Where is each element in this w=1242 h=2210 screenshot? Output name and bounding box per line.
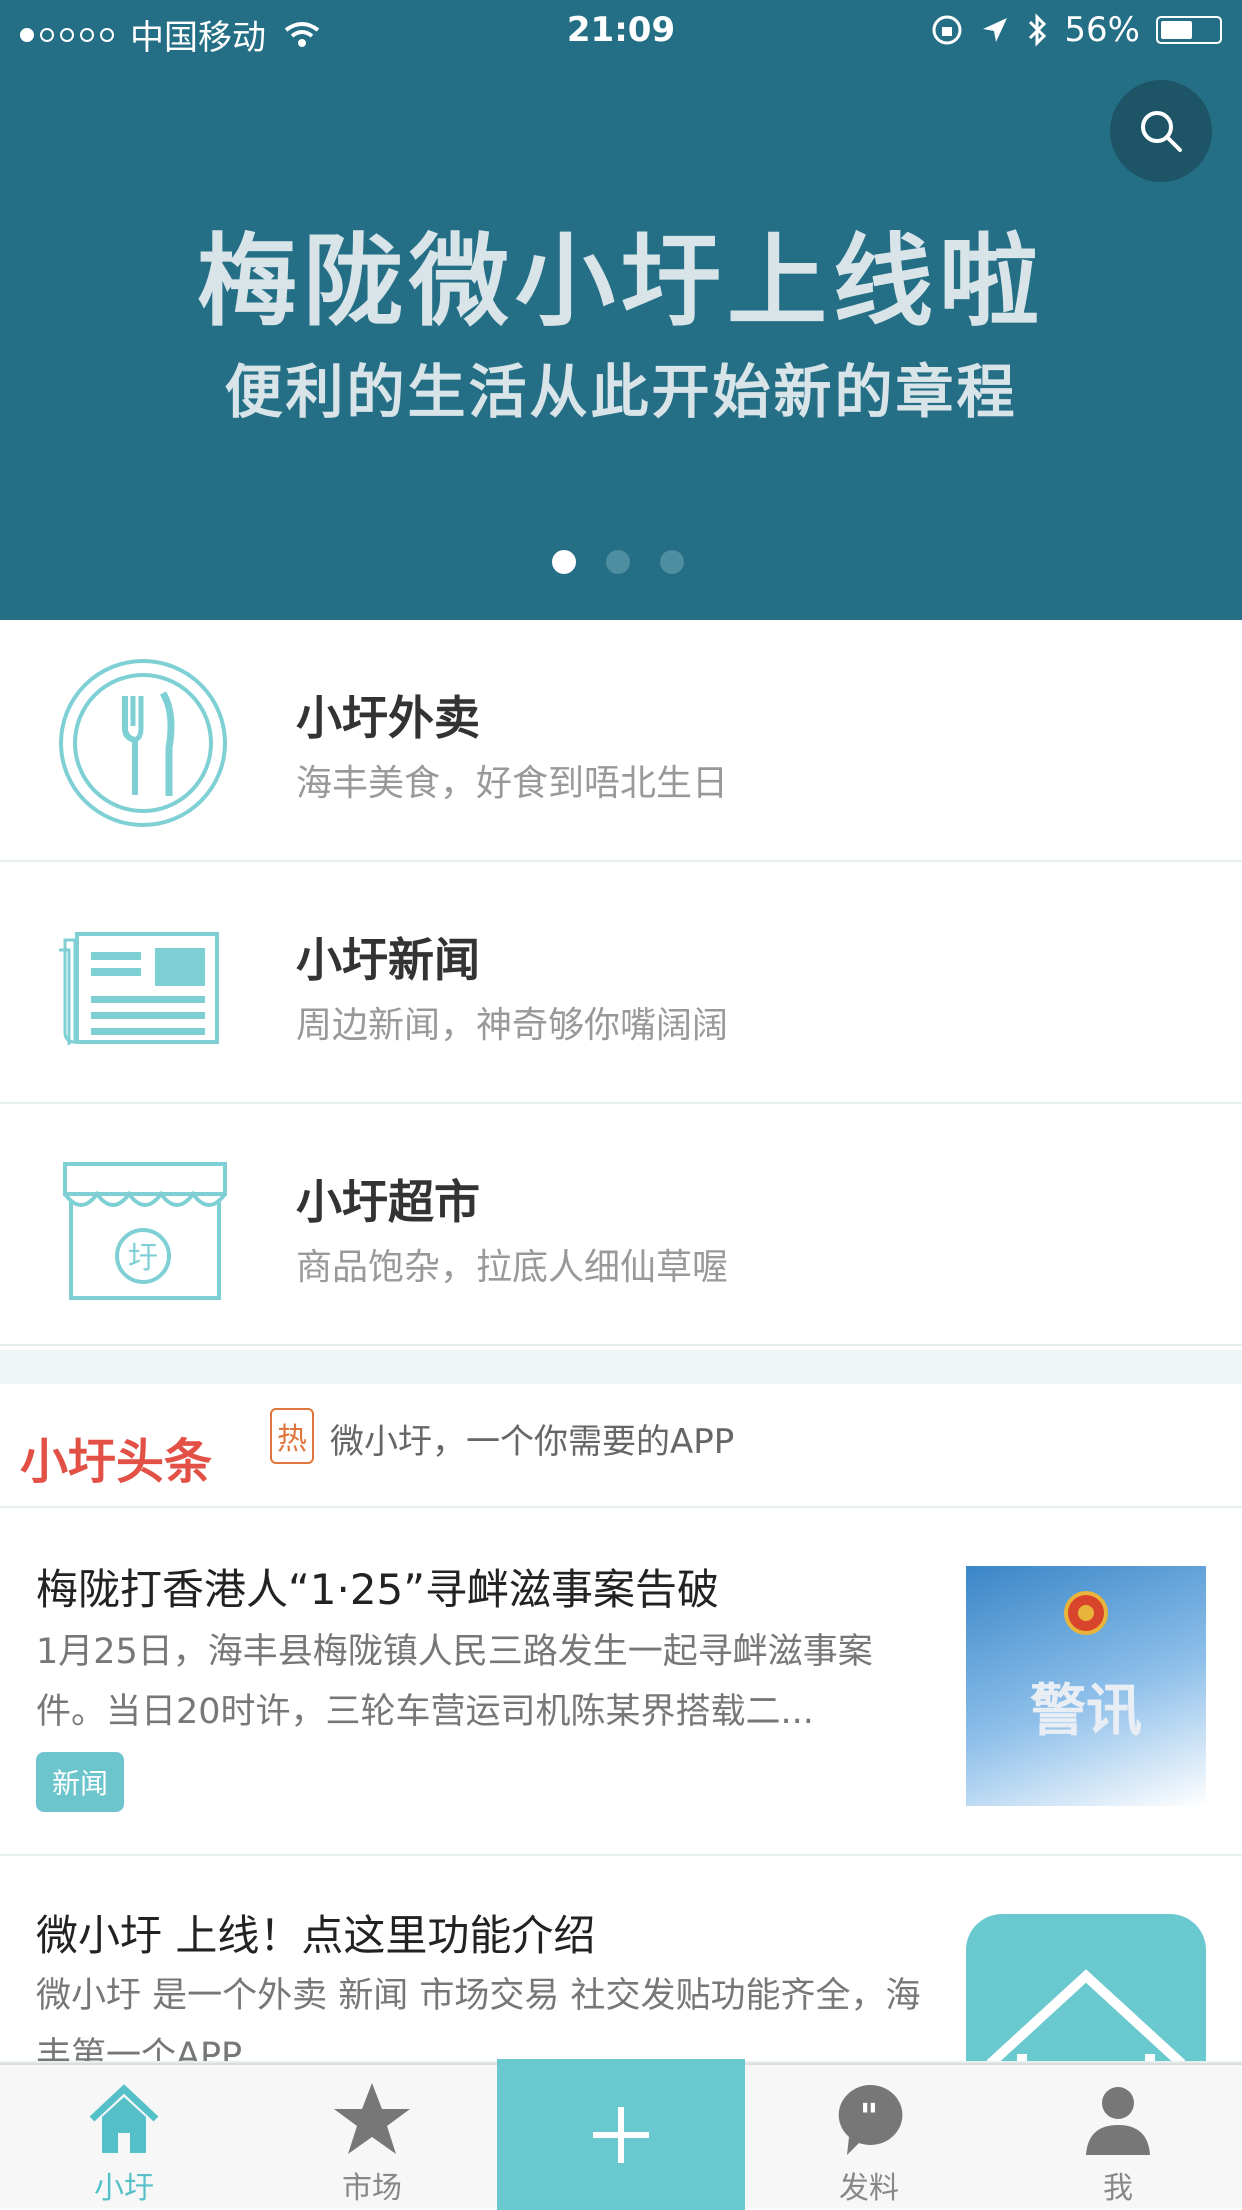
headline-text[interactable]: 微小圩，一个你需要的APP — [330, 1414, 734, 1463]
service-desc: 商品饱杂，拉底人细仙草喔 — [296, 1247, 729, 1288]
news-item[interactable]: 微小圩 上线！点这里功能介绍 微小圩 是一个外卖 新闻 市场交易 社交发贴功能齐… — [0, 1856, 1242, 2063]
service-desc: 周边新闻，神奇够你嘴阔阔 — [296, 1005, 729, 1046]
tab-post[interactable]: " 发料 — [745, 2065, 993, 2210]
news-thumbnail: 警讯 — [966, 1566, 1206, 1806]
service-desc: 海丰美食，好食到唔北生日 — [296, 763, 729, 804]
status-bar: 中国移动 21:09 56% — [0, 0, 1242, 62]
svg-text:圩: 圩 — [128, 1241, 158, 1276]
star-icon — [334, 2083, 410, 2154]
store-icon: 圩 — [63, 1162, 227, 1300]
tab-label: 小圩 — [94, 2171, 154, 2206]
carousel-pager[interactable] — [552, 550, 684, 574]
tab-me[interactable]: 我 — [994, 2065, 1242, 2210]
service-title: 小圩新闻 — [296, 933, 480, 987]
headline-ticker[interactable]: 小圩头条 热 微小圩，一个你需要的APP — [0, 1384, 1242, 1508]
post-add-button[interactable] — [497, 2059, 745, 2210]
bluetooth-icon — [1029, 13, 1047, 47]
newspaper-icon — [59, 932, 219, 1045]
news-thumbnail — [966, 1914, 1206, 2061]
banner-carousel[interactable]: 中国移动 21:09 56% 梅陇微小圩上线啦 便利的生活从此开始新的章程 — [0, 0, 1242, 620]
home-icon — [89, 2084, 159, 2153]
service-takeaway[interactable]: 小圩外卖 海丰美食，好食到唔北生日 — [0, 620, 1242, 862]
service-title: 小圩超市 — [296, 1175, 480, 1229]
thumbnail-text: 警讯 — [1030, 1679, 1142, 1744]
tab-market[interactable]: 市场 — [248, 2065, 496, 2210]
battery-percent: 56% — [1064, 10, 1140, 50]
hot-badge: 热 — [270, 1408, 314, 1464]
news-title: 梅陇打香港人“1·25”寻衅滋事案告破 — [36, 1565, 720, 1614]
news-tag[interactable]: 新闻 — [36, 1752, 125, 1812]
search-button[interactable] — [1110, 80, 1212, 182]
tab-bar: 小圩 市场 " 发料 我 — [0, 2059, 1242, 2210]
tab-home[interactable]: 小圩 — [0, 2065, 248, 2210]
pager-dot[interactable] — [552, 550, 576, 574]
plus-icon — [593, 2106, 649, 2163]
tab-label: 我 — [1103, 2171, 1133, 2206]
news-title: 微小圩 上线！点这里功能介绍 — [36, 1911, 596, 1960]
fork-knife-icon — [59, 659, 227, 827]
news-summary: 1月25日，海丰县梅陇镇人民三路发生一起寻衅滋事案件。当日20时许，三轮车营运司… — [36, 1632, 873, 1732]
svg-text:": " — [860, 2097, 879, 2138]
service-market[interactable]: 圩 小圩超市 商品饱杂，拉底人细仙草喔 — [0, 1104, 1242, 1346]
house-icon — [986, 1969, 1186, 2061]
pager-dot[interactable] — [606, 550, 630, 574]
rotation-lock-icon — [932, 15, 962, 45]
tab-label: 市场 — [342, 2171, 402, 2206]
chat-bubble-icon: " — [838, 2084, 903, 2155]
news-summary: 微小圩 是一个外卖 新闻 市场交易 社交发贴功能齐全，海丰第一个APP — [36, 1976, 921, 2063]
banner-subtitle: 便利的生活从此开始新的章程 — [224, 358, 1018, 426]
section-divider — [0, 1350, 1242, 1384]
pager-dot[interactable] — [660, 550, 684, 574]
search-icon — [1141, 111, 1182, 152]
location-arrow-icon — [983, 18, 1008, 42]
police-emblem-icon — [1064, 1591, 1108, 1635]
battery-icon — [1156, 16, 1222, 44]
tab-label: 发料 — [839, 2171, 899, 2206]
service-news[interactable]: 小圩新闻 周边新闻，神奇够你嘴阔阔 — [0, 862, 1242, 1104]
banner-title: 梅陇微小圩上线啦 — [197, 223, 1045, 340]
headline-label: 小圩头条 — [20, 1434, 213, 1490]
news-item[interactable]: 梅陇打香港人“1·25”寻衅滋事案告破 1月25日，海丰县梅陇镇人民三路发生一起… — [0, 1508, 1242, 1856]
person-icon — [1086, 2087, 1150, 2155]
service-title: 小圩外卖 — [296, 691, 480, 745]
